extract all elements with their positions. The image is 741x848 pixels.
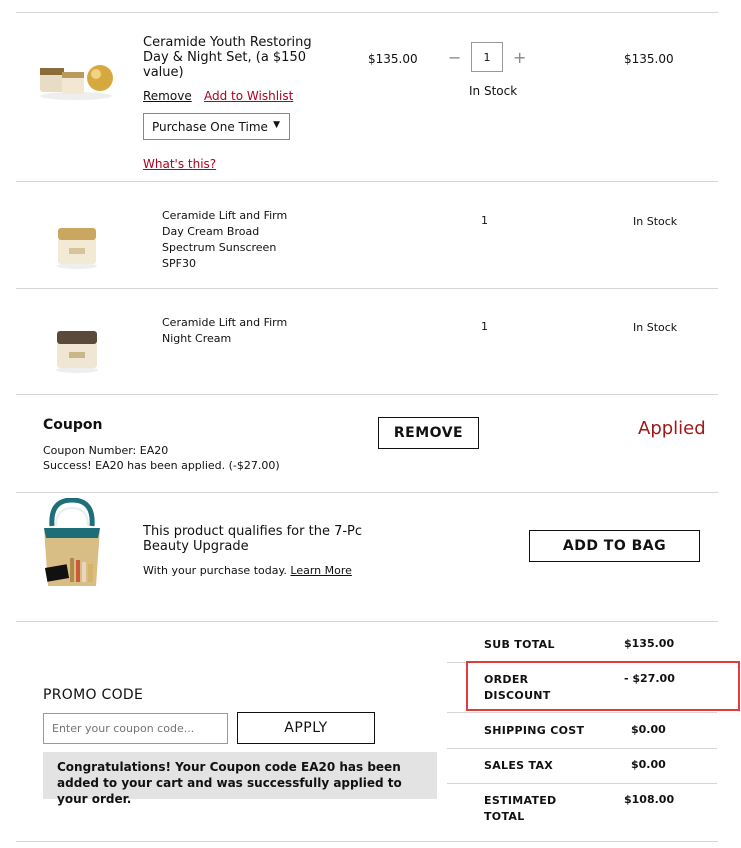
chevron-down-icon: ▼ <box>273 120 280 130</box>
coupon-code-input[interactable] <box>43 713 228 744</box>
estimated-total-value: $108.00 <box>624 793 675 806</box>
divider <box>16 492 718 493</box>
add-to-wishlist-link[interactable]: Add to Wishlist <box>204 89 293 103</box>
increase-quantity-button[interactable]: + <box>513 48 526 67</box>
remove-coupon-button[interactable]: REMOVE <box>378 417 479 449</box>
promo-success-message: Congratulations! Your Coupon code EA20 h… <box>43 752 437 806</box>
gift-bag-image <box>44 498 100 586</box>
product-image <box>40 65 113 100</box>
product-name[interactable]: Ceramide Lift and Firm Night Cream <box>162 315 292 347</box>
subtotal-value: $135.00 <box>624 637 675 650</box>
stock-status: In Stock <box>633 215 678 228</box>
upgrade-text: With your purchase today. <box>143 564 287 577</box>
stock-status: In Stock <box>469 84 518 98</box>
unit-price: $135.00 <box>368 52 418 66</box>
coupon-status: Applied <box>638 418 706 439</box>
decrease-quantity-button[interactable]: − <box>448 48 461 67</box>
apply-button[interactable]: APPLY <box>237 712 375 744</box>
product-image <box>56 331 98 373</box>
sales-tax-value: $0.00 <box>631 758 666 771</box>
purchase-option-value: Purchase One Time <box>152 119 268 134</box>
sales-tax-label: SALES TAX <box>484 759 554 772</box>
quantity-input[interactable]: 1 <box>471 42 503 72</box>
divider <box>16 12 718 13</box>
subtotal-label: SUB TOTAL <box>484 638 555 651</box>
add-to-bag-button[interactable]: ADD TO BAG <box>529 530 700 562</box>
purchase-option-select[interactable]: Purchase One Time ▼ <box>143 113 290 140</box>
promo-heading: PROMO CODE <box>43 687 144 703</box>
estimated-total-label: ESTIMATED TOTAL <box>484 794 557 823</box>
divider <box>16 841 718 842</box>
quantity: 1 <box>481 320 488 333</box>
divider <box>447 783 717 784</box>
coupon-title: Coupon <box>43 417 103 433</box>
learn-more-link[interactable]: Learn More <box>290 564 352 577</box>
shipping-cost-value: $0.00 <box>631 723 666 736</box>
quantity: 1 <box>481 214 488 227</box>
coupon-number: Coupon Number: EA20 <box>43 444 169 457</box>
product-image <box>57 228 97 269</box>
product-name[interactable]: Ceramide Youth Restoring Day & Night Set… <box>143 35 328 80</box>
divider <box>16 621 718 622</box>
upgrade-title: This product qualifies for the 7-Pc Beau… <box>143 524 363 554</box>
product-name[interactable]: Ceramide Lift and Firm Day Cream Broad S… <box>162 208 292 272</box>
remove-link[interactable]: Remove <box>143 89 192 103</box>
divider <box>447 748 717 749</box>
divider <box>447 712 717 713</box>
divider <box>16 288 718 289</box>
stock-status: In Stock <box>633 321 678 334</box>
coupon-success-text: Success! EA20 has been applied. (-$27.00… <box>43 459 280 472</box>
order-discount-value: - $27.00 <box>624 672 675 685</box>
divider <box>16 394 718 395</box>
order-discount-label: ORDER DISCOUNT <box>484 673 551 702</box>
shipping-cost-label: SHIPPING COST <box>484 724 585 737</box>
whats-this-link[interactable]: What's this? <box>143 157 216 171</box>
divider <box>16 181 718 182</box>
line-total: $135.00 <box>624 52 674 66</box>
